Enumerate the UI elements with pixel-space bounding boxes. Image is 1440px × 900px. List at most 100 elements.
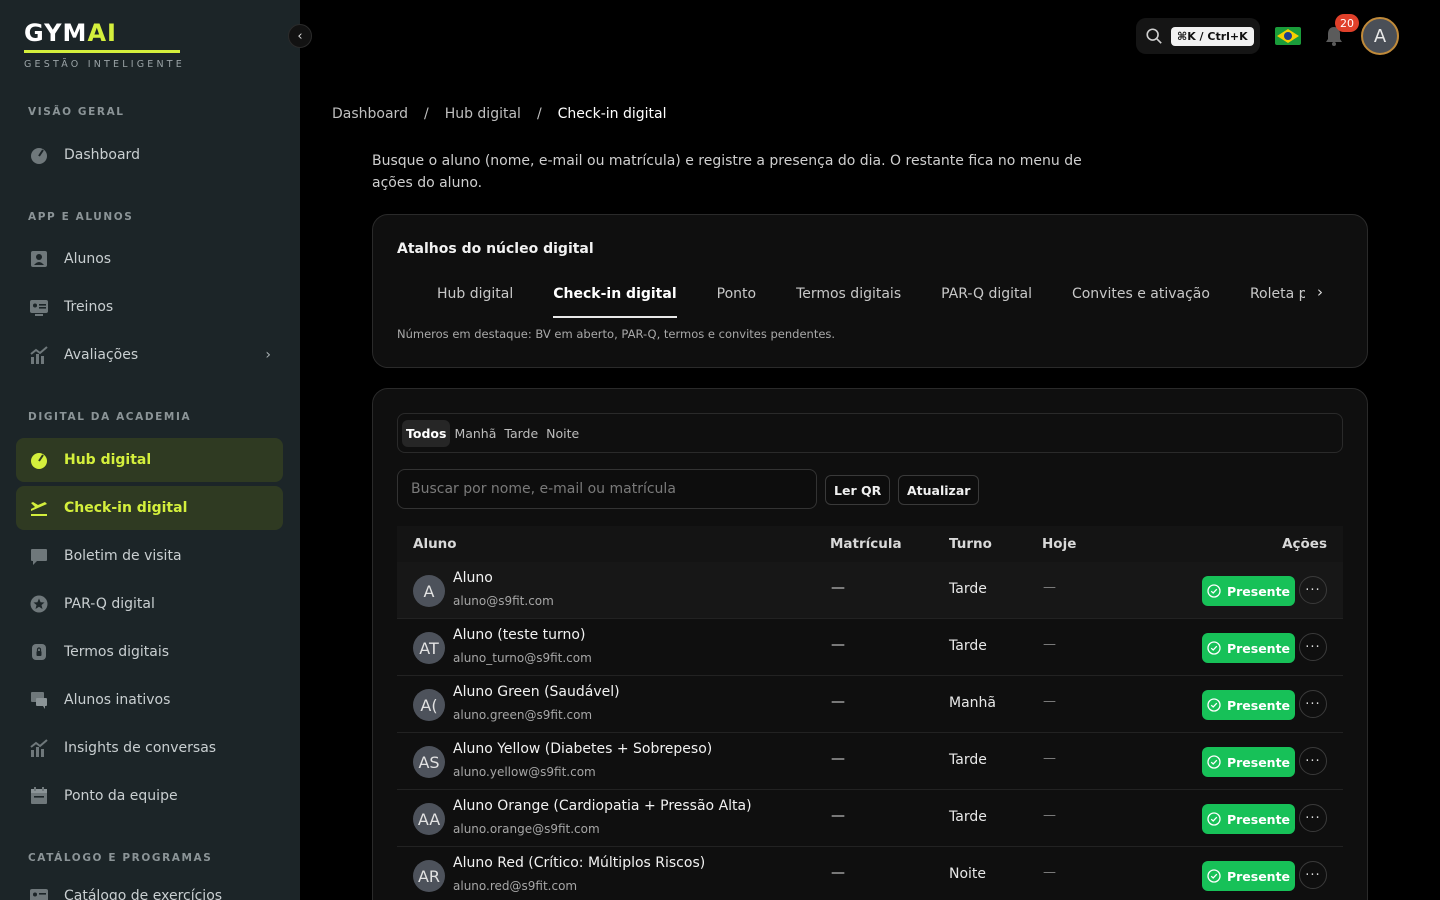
brazil-flag-icon[interactable] <box>1275 27 1301 45</box>
student-name[interactable]: Aluno Yellow (Diabetes + Sobrepeso) <box>453 741 712 757</box>
sidebar-item-alunos[interactable]: Alunos <box>16 237 283 281</box>
sidebar-item-ponto[interactable]: Ponto da equipe <box>16 774 283 818</box>
presente-label: Presente <box>1226 868 1291 884</box>
filter-noite[interactable]: Noite <box>542 420 583 447</box>
sidebar-item-avaliacoes[interactable]: Avaliações › <box>16 333 283 377</box>
tab-termos-digitais[interactable]: Termos digitais <box>796 283 901 317</box>
more-actions-button[interactable]: ··· <box>1299 804 1327 832</box>
logo-text: GYMAI <box>24 18 185 48</box>
more-actions-button[interactable]: ··· <box>1299 690 1327 718</box>
student-turno: Tarde <box>949 638 987 654</box>
breadcrumb-hub-digital[interactable]: Hub digital <box>445 106 521 122</box>
search-input[interactable] <box>397 469 817 509</box>
student-avatar: AA <box>413 803 445 835</box>
filter-manha[interactable]: Manhã <box>450 420 500 447</box>
sidebar-item-inativos[interactable]: Alunos inativos <box>16 678 283 722</box>
star-icon <box>28 593 50 615</box>
student-avatar: AS <box>413 746 445 778</box>
section-title-app-alunos: APP E ALUNOS <box>28 211 134 223</box>
student-name[interactable]: Aluno Orange (Cardiopatia + Pressão Alta… <box>453 798 752 814</box>
student-email: aluno_turno@s9fit.com <box>453 651 592 665</box>
presente-button[interactable]: Presente <box>1202 804 1295 834</box>
student-avatar: AT <box>413 632 445 664</box>
chevron-right-icon: › <box>265 347 271 363</box>
read-qr-button[interactable]: Ler QR <box>825 475 891 505</box>
student-email: aluno@s9fit.com <box>453 594 554 608</box>
presente-button[interactable]: Presente <box>1202 690 1295 720</box>
sidebar-item-catalogo[interactable]: Catálogo de exercícios <box>16 874 283 900</box>
sidebar-item-label: PAR-Q digital <box>64 596 155 612</box>
student-matricula: — <box>831 808 845 824</box>
sidebar-item-label: Check-in digital <box>64 500 188 516</box>
student-email: aluno.orange@s9fit.com <box>453 822 600 836</box>
shortcut-hint: ⌘K / Ctrl+K <box>1171 26 1254 46</box>
tab-ponto[interactable]: Ponto <box>717 283 756 317</box>
filter-tarde[interactable]: Tarde <box>500 420 542 447</box>
tab-parq-digital[interactable]: PAR-Q digital <box>941 283 1032 317</box>
sidebar-item-label: Avaliações <box>64 347 139 363</box>
students-table: Aluno Matrícula Turno Hoje Ações A Aluno… <box>397 526 1343 900</box>
shortcuts-note: Números em destaque: BV em aberto, PAR-Q… <box>397 327 836 341</box>
sidebar-item-parq[interactable]: PAR-Q digital <box>16 582 283 626</box>
refresh-button[interactable]: Atualizar <box>898 475 980 505</box>
sidebar-item-dashboard[interactable]: Dashboard <box>16 133 283 177</box>
sidebar-item-boletim[interactable]: Boletim de visita <box>16 534 283 578</box>
more-actions-button[interactable]: ··· <box>1299 633 1327 661</box>
breadcrumb-dashboard[interactable]: Dashboard <box>332 106 408 122</box>
tab-hub-digital[interactable]: Hub digital <box>437 283 513 317</box>
student-name[interactable]: Aluno Red (Crítico: Múltiplos Riscos) <box>453 855 705 871</box>
presente-button[interactable]: Presente <box>1202 576 1295 606</box>
presente-button[interactable]: Presente <box>1202 861 1295 891</box>
student-hoje: — <box>1043 865 1056 880</box>
sidebar-item-label: Alunos inativos <box>64 692 171 708</box>
table-row: AA Aluno Orange (Cardiopatia + Pressão A… <box>397 790 1343 847</box>
sidebar-item-insights[interactable]: Insights de conversas <box>16 726 283 770</box>
presente-button[interactable]: Presente <box>1202 633 1295 663</box>
student-hoje: — <box>1043 808 1056 823</box>
logo[interactable]: GYMAI GESTÃO INTELIGENTE <box>24 18 185 70</box>
student-hoje: — <box>1043 751 1056 766</box>
sidebar: GYMAI GESTÃO INTELIGENTE VISÃO GERAL Das… <box>0 0 300 900</box>
more-actions-button[interactable]: ··· <box>1299 576 1327 604</box>
page-description: Busque o aluno (nome, e-mail ou matrícul… <box>372 153 1082 191</box>
filter-todos[interactable]: Todos <box>402 419 451 447</box>
presente-label: Presente <box>1226 811 1291 827</box>
sidebar-item-treinos[interactable]: Treinos <box>16 285 283 329</box>
student-hoje: — <box>1043 637 1056 652</box>
table-row: AR Aluno Red (Crítico: Múltiplos Riscos)… <box>397 847 1343 900</box>
more-icon: ··· <box>1305 753 1321 769</box>
sidebar-item-label: Dashboard <box>64 147 140 163</box>
shift-filter: Todos Manhã Tarde Noite <box>397 413 1343 453</box>
gauge-icon <box>28 144 50 166</box>
presente-button[interactable]: Presente <box>1202 747 1295 777</box>
collapse-sidebar-button[interactable]: ‹ <box>288 24 312 48</box>
presente-label: Presente <box>1226 583 1291 599</box>
id-card-icon <box>28 296 50 318</box>
student-name[interactable]: Aluno <box>453 570 493 586</box>
check-circle-icon <box>1207 698 1221 712</box>
student-name[interactable]: Aluno Green (Saudável) <box>453 684 620 700</box>
student-matricula: — <box>831 580 845 596</box>
gauge-icon <box>28 449 50 471</box>
column-aluno: Aluno <box>413 536 457 552</box>
tabs-scroll-right-icon[interactable]: › <box>1317 283 1323 301</box>
section-title-visao-geral: VISÃO GERAL <box>28 106 125 118</box>
more-actions-button[interactable]: ··· <box>1299 747 1327 775</box>
sidebar-item-termos[interactable]: Termos digitais <box>16 630 283 674</box>
column-turno: Turno <box>949 536 992 552</box>
sidebar-item-label: Hub digital <box>64 452 152 468</box>
student-avatar: A <box>413 575 445 607</box>
tab-roleta[interactable]: Roleta pós-v <box>1250 283 1305 317</box>
plane-icon <box>28 497 50 519</box>
more-actions-button[interactable]: ··· <box>1299 861 1327 889</box>
sidebar-item-check-in-digital[interactable]: Check-in digital <box>16 486 283 530</box>
user-avatar[interactable]: A <box>1361 17 1399 55</box>
checkin-card: Todos Manhã Tarde Noite Ler QR Atualizar… <box>372 388 1368 900</box>
student-name[interactable]: Aluno (teste turno) <box>453 627 585 643</box>
sidebar-item-label: Alunos <box>64 251 112 267</box>
tab-check-in-digital[interactable]: Check-in digital <box>553 283 678 318</box>
tab-convites[interactable]: Convites e ativação <box>1072 283 1210 317</box>
command-search-button[interactable]: ⌘K / Ctrl+K <box>1136 18 1260 54</box>
sidebar-item-label: Treinos <box>64 299 114 315</box>
sidebar-item-hub-digital[interactable]: Hub digital <box>16 438 283 482</box>
